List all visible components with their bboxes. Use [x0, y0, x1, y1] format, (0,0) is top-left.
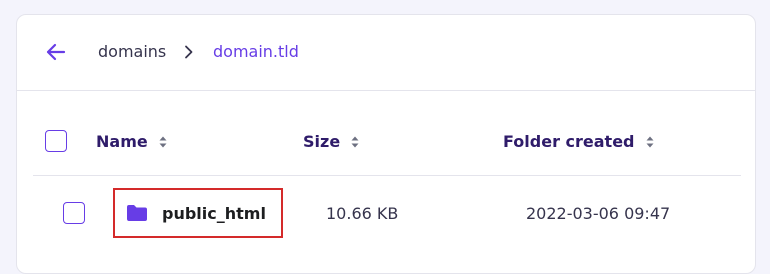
header-divider	[33, 175, 741, 176]
column-header-name[interactable]: Name	[96, 132, 168, 151]
file-size: 10.66 KB	[326, 204, 399, 223]
column-header-folder-created[interactable]: Folder created	[503, 132, 655, 151]
folder-name: public_html	[162, 203, 266, 223]
arrow-left-icon	[46, 43, 66, 61]
sort-icon	[158, 135, 168, 149]
file-manager-panel: domains domain.tld Name Size Folder crea…	[16, 14, 756, 274]
folder-created-date: 2022-03-06 09:47	[526, 204, 671, 223]
select-all-checkbox[interactable]	[45, 130, 67, 152]
column-header-label: Folder created	[503, 132, 635, 151]
folder-icon	[126, 204, 148, 222]
navigation-bar: domains domain.tld	[17, 15, 755, 91]
row-checkbox[interactable]	[63, 202, 85, 224]
sort-icon	[350, 135, 360, 149]
breadcrumb-item-domains[interactable]: domains	[98, 42, 166, 62]
column-header-label: Name	[96, 132, 148, 151]
chevron-right-icon	[183, 44, 195, 60]
folder-name-cell[interactable]: public_html	[113, 188, 283, 238]
sort-icon	[645, 135, 655, 149]
breadcrumb-item-current[interactable]: domain.tld	[213, 42, 299, 62]
column-header-label: Size	[303, 132, 341, 151]
column-header-size[interactable]: Size	[303, 132, 360, 151]
back-button[interactable]	[43, 39, 69, 65]
